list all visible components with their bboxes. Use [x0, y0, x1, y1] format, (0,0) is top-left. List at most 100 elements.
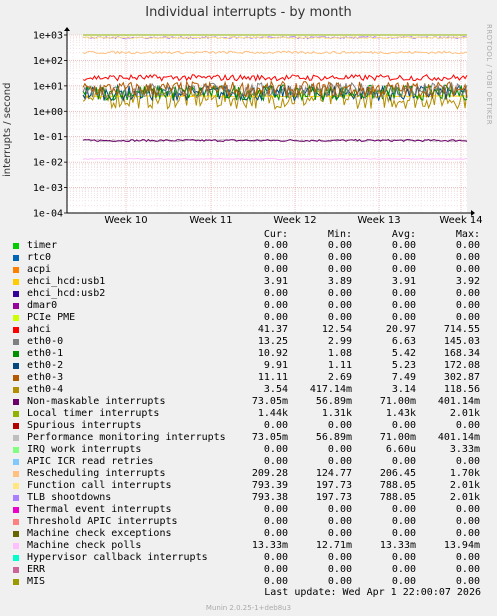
avg-header: Avg: [391, 229, 416, 240]
legend-row: Machine check exceptions 0.00 0.00 0.00 0.00 [0, 528, 497, 540]
legend-label: eth0-0 [27, 336, 64, 347]
legend-swatch [13, 531, 19, 537]
legend-avg: 0.00 [391, 240, 416, 251]
legend-max: 0.00 [455, 552, 480, 563]
legend-row: eth0-4 3.54 417.14m 3.14 118.56 [0, 384, 497, 396]
legend-avg: 5.42 [391, 348, 416, 359]
legend-row: Function call interrupts 793.39 197.73 788.… [0, 480, 497, 492]
legend-label: ahci [27, 324, 52, 335]
legend-cur: 73.05m [251, 396, 288, 407]
legend-swatch [13, 471, 19, 477]
munin-version: Munin 2.0.25-1+deb8u3 [205, 604, 292, 612]
legend-label: APIC ICR read retries [27, 456, 154, 467]
legend-swatch [13, 567, 19, 573]
legend-avg: 0.00 [391, 312, 416, 323]
y-tick-label: 1e-02 [33, 158, 63, 169]
legend-min: 0.00 [327, 456, 352, 467]
legend-max: 3.33m [449, 444, 480, 455]
legend-row: IRQ work interrupts 0.00 0.00 6.60u 3.33m [0, 444, 497, 456]
legend-label: eth0-3 [27, 372, 64, 383]
legend-label: PCIe PME [27, 312, 76, 323]
legend-label: eth0-1 [27, 348, 64, 359]
legend-swatch [13, 267, 19, 273]
legend-label: Performance monitoring interrupts [27, 432, 226, 443]
legend-row: ERR 0.00 0.00 0.00 0.00 [0, 564, 497, 576]
legend-max: 2.01k [449, 480, 480, 491]
legend-cur: 0.00 [263, 528, 288, 539]
legend-avg: 13.33m [379, 540, 416, 551]
legend-cur: 209.28 [251, 468, 288, 479]
legend-label: TLB shootdowns [27, 492, 112, 503]
legend-swatch [13, 579, 19, 585]
legend-cur: 10.92 [257, 348, 288, 359]
legend-min: 0.00 [327, 552, 352, 563]
legend-min: 1.31k [321, 408, 352, 419]
legend-avg: 0.00 [391, 252, 416, 263]
legend-row: Hypervisor callback interrupts 0.00 0.00 0.… [0, 552, 497, 564]
legend-avg: 20.97 [385, 324, 416, 335]
legend-avg: 3.91 [391, 276, 416, 287]
legend-swatch [13, 447, 19, 453]
legend-min: 0.00 [327, 312, 352, 323]
legend-avg: 0.00 [391, 504, 416, 515]
legend-cur: 41.37 [257, 324, 288, 335]
legend-max: 0.00 [455, 516, 480, 527]
legend-cur: 0.00 [263, 252, 288, 263]
y-tick-label: 1e+02 [33, 56, 63, 67]
legend-label: dmar0 [27, 300, 58, 311]
legend-row: APIC ICR read retries 0.00 0.00 0.00 0.00 [0, 456, 497, 468]
legend-min: 0.00 [327, 420, 352, 431]
legend-swatch [13, 459, 19, 465]
legend-avg: 0.00 [391, 456, 416, 467]
legend-row: timer 0.00 0.00 0.00 0.00 [0, 240, 497, 252]
legend-row: ehci_hcd:usb2 0.00 0.00 0.00 0.00 [0, 288, 497, 300]
legend-min: 2.99 [327, 336, 352, 347]
legend-min: 0.00 [327, 444, 352, 455]
legend-row: Spurious interrupts 0.00 0.00 0.00 0.00 [0, 420, 497, 432]
legend-label: ERR [27, 564, 46, 575]
x-tick-label: Week 14 [439, 215, 482, 226]
legend-label: Non-maskable interrupts [27, 396, 166, 407]
legend-min: 0.00 [327, 288, 352, 299]
legend-avg: 206.45 [379, 468, 416, 479]
y-axis-arrow [64, 27, 70, 31]
legend-min: 0.00 [327, 240, 352, 251]
legend-avg: 7.49 [391, 372, 416, 383]
legend-row: Performance monitoring interrupts 73.05m 5… [0, 432, 497, 444]
legend-avg: 71.00m [379, 396, 416, 407]
legend-row: ehci_hcd:usb1 3.91 3.89 3.91 3.92 [0, 276, 497, 288]
legend-max: 118.56 [443, 384, 480, 395]
legend-label: rtc0 [27, 252, 52, 263]
legend-avg: 1.43k [385, 408, 416, 419]
legend-row: Non-maskable interrupts 73.05m 56.89m 71.00… [0, 396, 497, 408]
legend-swatch [13, 291, 19, 297]
legend-cur: 0.00 [263, 288, 288, 299]
legend-min: 0.00 [327, 516, 352, 527]
legend-min: 417.14m [309, 384, 352, 395]
legend-table: timer 0.00 0.00 0.00 0.00 rtc0 0.00 0.00 0.00 0.0… [0, 240, 497, 588]
legend-label: ehci_hcd:usb1 [27, 276, 106, 287]
legend-label: Machine check polls [27, 540, 142, 551]
legend-cur: 13.25 [257, 336, 288, 347]
legend-avg: 71.00m [379, 432, 416, 443]
x-tick-label: Week 12 [273, 215, 316, 226]
legend-avg: 788.05 [379, 492, 416, 503]
legend-max: 2.01k [449, 408, 480, 419]
legend-max: 0.00 [455, 240, 480, 251]
legend-max: 302.87 [443, 372, 480, 383]
legend-row: eth0-3 11.11 2.69 7.49 302.87 [0, 372, 497, 384]
legend-avg: 0.00 [391, 528, 416, 539]
cur-header: Cur: [263, 229, 288, 240]
legend-row: Thermal event interrupts 0.00 0.00 0.00 0.00 [0, 504, 497, 516]
legend-row: dmar0 0.00 0.00 0.00 0.00 [0, 300, 497, 312]
legend-swatch [13, 555, 19, 561]
legend-label: Threshold APIC interrupts [27, 516, 178, 527]
legend-cur: 73.05m [251, 432, 288, 443]
legend-swatch [13, 303, 19, 309]
legend-min: 12.71m [315, 540, 352, 551]
legend-max: 401.14m [437, 432, 480, 443]
legend-label: eth0-2 [27, 360, 64, 371]
legend-swatch [13, 423, 19, 429]
legend-swatch [13, 507, 19, 513]
legend-max: 0.00 [455, 456, 480, 467]
